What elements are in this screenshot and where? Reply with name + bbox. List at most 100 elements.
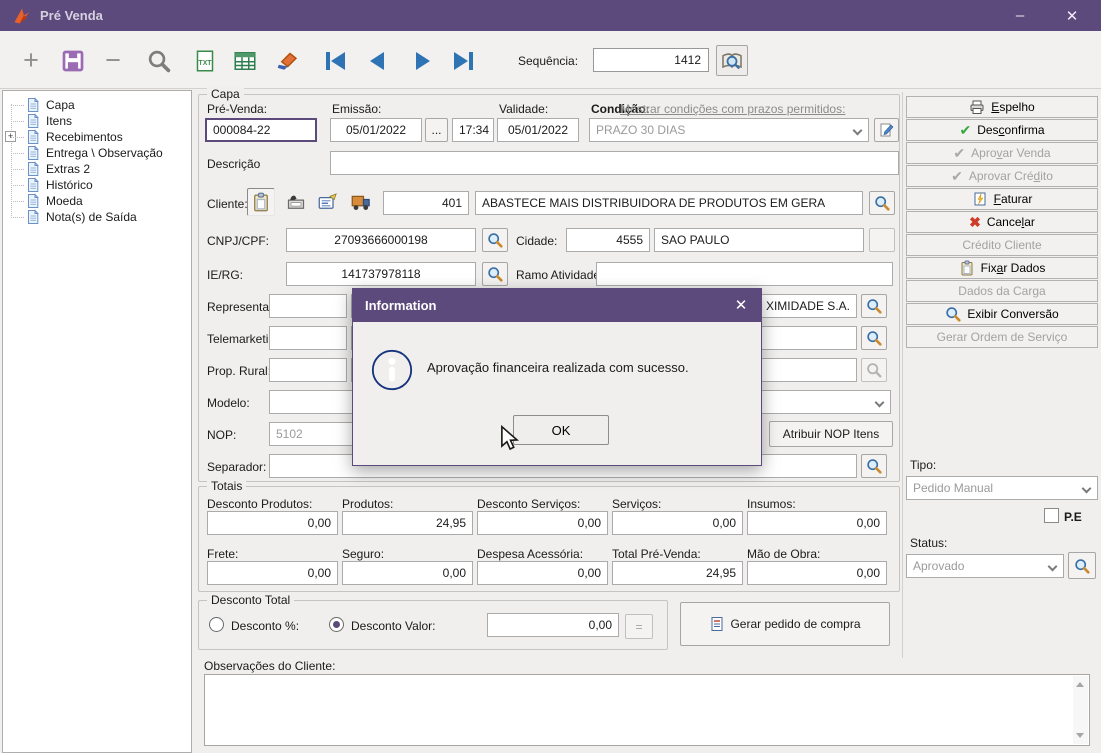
produtos-field[interactable]: 24,95	[342, 511, 473, 535]
pe-checkbox[interactable]	[1044, 508, 1059, 523]
search-button[interactable]	[146, 48, 172, 74]
validade-label: Validade:	[499, 102, 549, 116]
sequence-lookup-button[interactable]	[716, 45, 748, 76]
scroll-up-icon[interactable]	[1076, 682, 1084, 687]
tree-item-itens[interactable]: Itens	[10, 113, 72, 129]
emissao-time-field[interactable]: 17:34	[452, 118, 494, 142]
cnpj-search-button[interactable]	[482, 228, 508, 252]
cliente-edit-register-button[interactable]	[315, 190, 341, 214]
desconto-total-legend: Desconto Total	[207, 593, 295, 607]
nav-next-button[interactable]	[412, 51, 434, 71]
save-button[interactable]	[60, 48, 86, 74]
tree-item-recebimentos[interactable]: Recebimentos	[11, 129, 123, 145]
tree-item-notas-de-saida[interactable]: Nota(s) de Saída	[11, 209, 137, 225]
nav-first-button[interactable]	[320, 51, 350, 71]
espelho-button[interactable]: Espelho	[906, 96, 1098, 118]
desconto-produtos-field[interactable]: 0,00	[207, 511, 338, 535]
cliente-fax-button[interactable]	[283, 190, 309, 214]
desconto-valor-field[interactable]: 0,00	[487, 613, 619, 637]
ok-button[interactable]: OK	[513, 415, 609, 445]
magnifier-edit-icon	[866, 330, 882, 346]
grid-view-button[interactable]	[232, 48, 258, 74]
cidade-label: Cidade:	[516, 234, 558, 248]
pre-venda-label: Pré-Venda:	[207, 102, 268, 116]
cidade-code-field[interactable]: 4555	[566, 228, 650, 252]
prop-rural-search-button	[861, 358, 887, 382]
cliente-truck-button[interactable]	[347, 189, 375, 215]
export-txt-button[interactable]	[192, 48, 218, 74]
servicos-label: Serviços:	[612, 497, 662, 511]
status-search-button[interactable]	[1068, 552, 1096, 579]
ramo-atividade-field[interactable]	[596, 262, 893, 286]
close-button[interactable]: ✕	[1049, 0, 1095, 31]
desconto-percent-radio[interactable]	[209, 617, 224, 632]
descricao-field[interactable]	[330, 151, 899, 175]
telemarketing-code-field[interactable]	[269, 326, 347, 350]
representante-search-button[interactable]	[861, 294, 887, 318]
tree-item-entrega-observacao[interactable]: Entrega \ Observação	[11, 145, 163, 161]
desconto-servicos-field[interactable]: 0,00	[477, 511, 608, 535]
clear-button[interactable]	[274, 48, 300, 74]
cliente-code-field[interactable]: 401	[383, 191, 469, 215]
cidade-name-field[interactable]: SAO PAULO	[654, 228, 864, 252]
tree-item-moeda[interactable]: Moeda	[11, 193, 83, 209]
sequence-input[interactable]: 1412	[593, 48, 709, 72]
information-dialog: Information ✕ Aprovação financeira reali…	[352, 288, 762, 466]
totais-legend: Totais	[207, 479, 247, 493]
add-record-button[interactable]: +	[18, 47, 44, 74]
produtos-label: Produtos:	[342, 497, 394, 511]
magnifier-icon	[946, 306, 961, 322]
exibir-conversao-button[interactable]: Exibir Conversão	[906, 303, 1098, 325]
gerar-pedido-compra-button[interactable]: Gerar pedido de compra	[680, 602, 890, 646]
dialog-close-button[interactable]: ✕	[727, 293, 755, 317]
nav-last-button[interactable]	[448, 51, 478, 71]
cliente-search-button[interactable]	[869, 191, 895, 215]
tipo-combo[interactable]: Pedido Manual	[906, 476, 1098, 500]
cliente-new-button[interactable]	[247, 188, 275, 216]
desconto-total-groupbox: Desconto Total Desconto %: Desconto Valo…	[198, 593, 668, 650]
prop-rural-code-field[interactable]	[269, 358, 347, 382]
ie-rg-field[interactable]: 141737978118	[286, 262, 476, 286]
emissao-more-button[interactable]: ...	[425, 118, 448, 142]
tree-item-extras-2[interactable]: Extras 2	[10, 161, 90, 177]
nav-prev-button[interactable]	[366, 51, 388, 71]
observacoes-textarea[interactable]	[204, 674, 1090, 746]
mao-de-obra-field[interactable]: 0,00	[747, 561, 887, 585]
desconfirma-button[interactable]: ✔ Desconfirma	[906, 119, 1098, 141]
pre-venda-field[interactable]: 000084-22	[205, 118, 317, 142]
cliente-name-field[interactable]: ABASTECE MAIS DISTRIBUIDORA DE PRODUTOS …	[475, 191, 863, 215]
vertical-scrollbar[interactable]	[1073, 676, 1088, 744]
telemarketing-search-button[interactable]	[861, 326, 887, 350]
frete-field[interactable]: 0,00	[207, 561, 338, 585]
total-pre-venda-field[interactable]: 24,95	[612, 561, 743, 585]
servicos-field[interactable]: 0,00	[612, 511, 743, 535]
fixar-dados-button[interactable]: Fixar Dados	[906, 257, 1098, 279]
tree-item-historico[interactable]: Histórico	[11, 177, 93, 193]
emissao-date-field[interactable]: 05/01/2022	[330, 118, 422, 142]
validade-field[interactable]: 05/01/2022	[497, 118, 579, 142]
seguro-field[interactable]: 0,00	[342, 561, 473, 585]
desconto-valor-label: Desconto Valor:	[351, 619, 436, 633]
condicao-combo[interactable]: PRAZO 30 DIAS	[589, 118, 869, 142]
cancelar-button[interactable]: ✖ Cancelar	[906, 211, 1098, 233]
scroll-down-icon[interactable]	[1076, 733, 1084, 738]
atribuir-nop-itens-button[interactable]: Atribuir NOP Itens	[769, 421, 893, 447]
desconto-valor-radio[interactable]	[329, 617, 344, 632]
separador-search-button[interactable]	[861, 454, 887, 478]
despesa-acessoria-field[interactable]: 0,00	[477, 561, 608, 585]
condicao-link[interactable]: Mostrar condições com prazos permitidos:	[620, 102, 845, 116]
insumos-field[interactable]: 0,00	[747, 511, 887, 535]
capa-legend: Capa	[207, 87, 244, 101]
delete-record-button[interactable]: −	[100, 47, 126, 74]
minimize-button[interactable]: –	[997, 0, 1043, 31]
clipboard-icon	[254, 192, 268, 212]
ie-search-button[interactable]	[482, 262, 508, 286]
representante-code-field[interactable]	[269, 294, 347, 318]
equals-button[interactable]: =	[625, 614, 653, 639]
totais-groupbox: Totais Desconto Produtos: Produtos: Desc…	[198, 479, 900, 592]
tree-item-capa[interactable]: Capa	[11, 97, 75, 113]
status-combo[interactable]: Aprovado	[906, 554, 1064, 578]
faturar-button[interactable]: Faturar	[906, 188, 1098, 210]
cnpj-field[interactable]: 27093666000198	[286, 228, 476, 252]
condicao-edit-button[interactable]	[874, 118, 899, 142]
